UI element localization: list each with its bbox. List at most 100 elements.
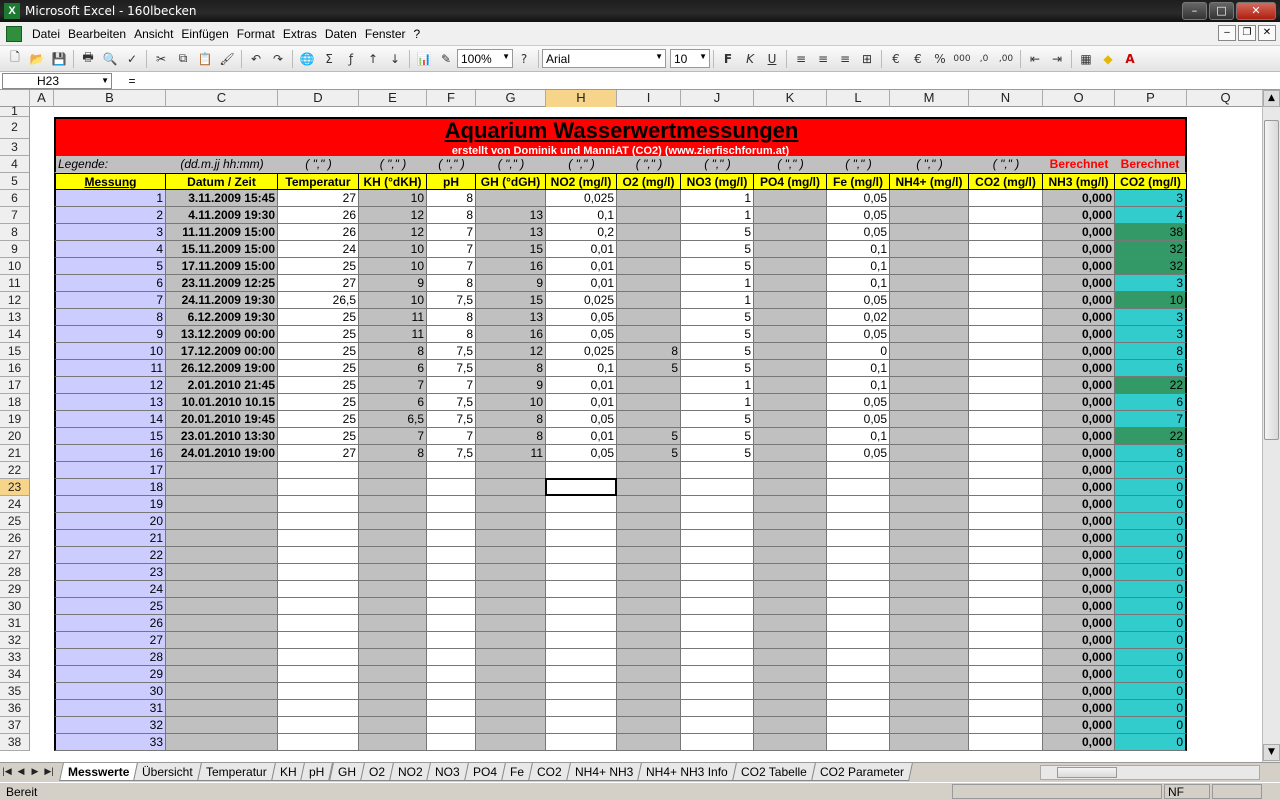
- empty-cell-g32[interactable]: [476, 632, 546, 649]
- sheet-tab-no3[interactable]: NO3: [426, 763, 470, 781]
- row-header-3[interactable]: 3: [0, 139, 30, 156]
- empty-cell-m30[interactable]: [890, 598, 969, 615]
- messung-number[interactable]: 31: [54, 700, 166, 717]
- empty-cell-f37[interactable]: [427, 717, 476, 734]
- data-cell-p12[interactable]: 10: [1115, 292, 1187, 309]
- column-header-k[interactable]: K: [754, 90, 827, 107]
- empty-cell-j31[interactable]: [681, 615, 754, 632]
- data-cell-k7[interactable]: [754, 207, 827, 224]
- data-cell-f15[interactable]: 7,5: [427, 343, 476, 360]
- empty-cell-i24[interactable]: [617, 496, 681, 513]
- increase-indent-icon[interactable]: ⇥: [1046, 49, 1068, 69]
- empty-cell-d26[interactable]: [278, 530, 359, 547]
- empty-cell-d38[interactable]: [278, 734, 359, 751]
- data-cell-g13[interactable]: 13: [476, 309, 546, 326]
- sheet-tab-messwerte[interactable]: Messwerte: [59, 763, 139, 781]
- nh3-value[interactable]: 0,000: [1043, 700, 1115, 717]
- empty-cell-g27[interactable]: [476, 547, 546, 564]
- empty-cell-c34[interactable]: [166, 666, 278, 683]
- data-cell-e6[interactable]: 10: [359, 190, 427, 207]
- empty-cell-l31[interactable]: [827, 615, 890, 632]
- header-d[interactable]: Temperatur: [278, 173, 359, 190]
- co2-value[interactable]: 0: [1115, 734, 1187, 751]
- data-cell-o17[interactable]: 0,000: [1043, 377, 1115, 394]
- data-cell-h17[interactable]: 0,01: [546, 377, 617, 394]
- data-cell-n17[interactable]: [969, 377, 1043, 394]
- empty-cell-l33[interactable]: [827, 649, 890, 666]
- header-h[interactable]: NO2 (mg/l): [546, 173, 617, 190]
- nh3-value[interactable]: 0,000: [1043, 581, 1115, 598]
- empty-cell-i25[interactable]: [617, 513, 681, 530]
- data-cell-h8[interactable]: 0,2: [546, 224, 617, 241]
- empty-cell-c30[interactable]: [166, 598, 278, 615]
- data-cell-j9[interactable]: 5: [681, 241, 754, 258]
- data-cell-f13[interactable]: 8: [427, 309, 476, 326]
- nh3-value[interactable]: 0,000: [1043, 632, 1115, 649]
- empty-cell-l38[interactable]: [827, 734, 890, 751]
- legend-calculated[interactable]: Berechnet: [1115, 156, 1187, 173]
- data-cell-g12[interactable]: 15: [476, 292, 546, 309]
- row-header-21[interactable]: 21: [0, 445, 30, 462]
- empty-cell-d37[interactable]: [278, 717, 359, 734]
- vertical-scrollbar[interactable]: ▲ ▼: [1262, 90, 1280, 762]
- data-cell-j17[interactable]: 1: [681, 377, 754, 394]
- empty-cell-g24[interactable]: [476, 496, 546, 513]
- data-cell-l18[interactable]: 0,05: [827, 394, 890, 411]
- data-cell-n13[interactable]: [969, 309, 1043, 326]
- data-cell-g10[interactable]: 16: [476, 258, 546, 275]
- column-header-q[interactable]: Q: [1187, 90, 1262, 107]
- data-cell-n19[interactable]: [969, 411, 1043, 428]
- data-cell-l7[interactable]: 0,05: [827, 207, 890, 224]
- empty-cell-f33[interactable]: [427, 649, 476, 666]
- autosum-icon[interactable]: Σ: [318, 49, 340, 69]
- spreadsheet-grid[interactable]: ABCDEFGHIJKLMNOPQ 1 2 3 4 5 6 7 8 9 10 11 12 13 14 15 1…: [0, 90, 1262, 762]
- column-header-p[interactable]: P: [1115, 90, 1187, 107]
- underline-icon[interactable]: U: [761, 49, 783, 69]
- empty-cell-g38[interactable]: [476, 734, 546, 751]
- legend-number-format[interactable]: ( "," ): [359, 156, 427, 173]
- data-cell-c11[interactable]: 23.11.2009 12:25: [166, 275, 278, 292]
- empty-cell-c29[interactable]: [166, 581, 278, 598]
- header-e[interactable]: KH (°dKH): [359, 173, 427, 190]
- empty-cell-n25[interactable]: [969, 513, 1043, 530]
- messung-number[interactable]: 29: [54, 666, 166, 683]
- empty-cell-c33[interactable]: [166, 649, 278, 666]
- data-cell-n15[interactable]: [969, 343, 1043, 360]
- data-cell-c17[interactable]: 2.01.2010 21:45: [166, 377, 278, 394]
- function-icon[interactable]: ƒ: [340, 49, 362, 69]
- data-cell-n7[interactable]: [969, 207, 1043, 224]
- empty-cell-j29[interactable]: [681, 581, 754, 598]
- data-cell-j7[interactable]: 1: [681, 207, 754, 224]
- empty-cell-j30[interactable]: [681, 598, 754, 615]
- empty-cell-i32[interactable]: [617, 632, 681, 649]
- empty-cell-l23[interactable]: [827, 479, 890, 496]
- save-icon[interactable]: 💾: [48, 49, 70, 69]
- column-header-e[interactable]: E: [359, 90, 427, 107]
- column-header-c[interactable]: C: [166, 90, 278, 107]
- data-cell-o6[interactable]: 0,000: [1043, 190, 1115, 207]
- selected-cell-outline[interactable]: [545, 478, 617, 496]
- data-cell-i11[interactable]: [617, 275, 681, 292]
- data-cell-p6[interactable]: 3: [1115, 190, 1187, 207]
- nh3-value[interactable]: 0,000: [1043, 513, 1115, 530]
- empty-cell-d34[interactable]: [278, 666, 359, 683]
- co2-value[interactable]: 0: [1115, 666, 1187, 683]
- data-cell-e21[interactable]: 8: [359, 445, 427, 462]
- nh3-value[interactable]: 0,000: [1043, 479, 1115, 496]
- row-header-34[interactable]: 34: [0, 666, 30, 683]
- sheet-tab-nh4-nh3[interactable]: NH4+ NH3: [565, 763, 643, 781]
- empty-cell-j23[interactable]: [681, 479, 754, 496]
- data-cell-b14[interactable]: 9: [54, 326, 166, 343]
- data-cell-e13[interactable]: 11: [359, 309, 427, 326]
- redo-icon[interactable]: ↷: [267, 49, 289, 69]
- empty-cell-m29[interactable]: [890, 581, 969, 598]
- empty-cell-i38[interactable]: [617, 734, 681, 751]
- empty-cell-n32[interactable]: [969, 632, 1043, 649]
- data-cell-c15[interactable]: 17.12.2009 00:00: [166, 343, 278, 360]
- header-j[interactable]: NO3 (mg/l): [681, 173, 754, 190]
- empty-cell-n37[interactable]: [969, 717, 1043, 734]
- empty-cell-i22[interactable]: [617, 462, 681, 479]
- print-preview-icon[interactable]: 🔍: [99, 49, 121, 69]
- data-cell-g6[interactable]: [476, 190, 546, 207]
- data-cell-b12[interactable]: 7: [54, 292, 166, 309]
